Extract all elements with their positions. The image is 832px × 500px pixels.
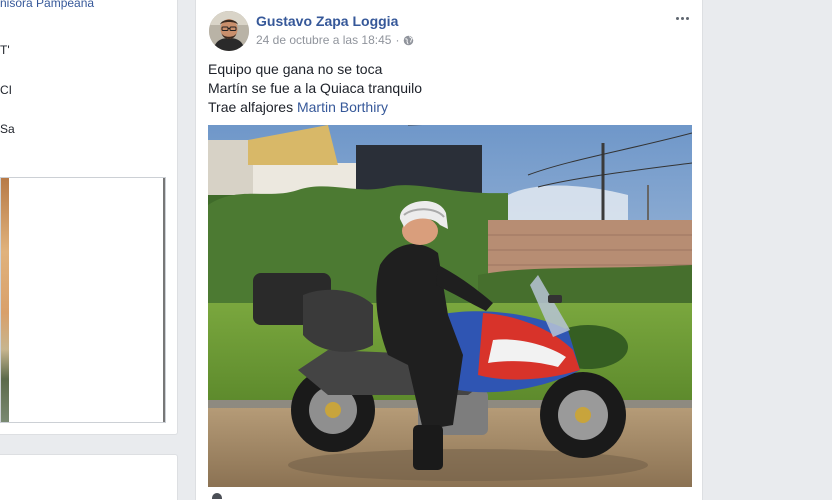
post-text-line: Martín se fue a la Quiaca tranquilo [208,80,423,96]
post-author-link[interactable]: Gustavo Zapa Loggia [256,13,398,29]
sidebar-photo-thumbnail[interactable] [0,177,166,423]
motorcycle-photo [208,125,692,487]
post-message: Equipo que gana no se toca Martín se fue… [208,60,422,117]
post-text-line: Equipo que gana no se toca [208,61,383,77]
post-timestamp-link[interactable]: 24 de octubre a las 18:45 [256,33,391,47]
post-text-prefix: Trae alfajores [208,99,297,115]
feed-post: Gustavo Zapa Loggia 24 de octubre a las … [195,0,703,500]
post-meta: 24 de octubre a las 18:45 · [256,33,414,47]
photo-edge [1,178,9,422]
right-column [706,0,832,500]
more-options-icon [675,16,679,20]
sidebar-text-fragment: T' [0,43,10,57]
left-sidebar-card: nisora Pampeana T' CI Sa [0,0,178,435]
more-options-button[interactable] [672,8,692,28]
mention-link[interactable]: Martin Borthiry [297,99,388,115]
reaction-icon[interactable] [212,493,222,499]
left-sidebar-card-2 [0,454,178,500]
sidebar-text-fragment: CI [0,83,12,97]
post-photo[interactable] [208,125,692,487]
page-name-link[interactable]: nisora Pampeana [0,0,94,10]
more-options-dot [680,16,684,20]
more-options-dot [685,16,689,20]
meta-separator: · [395,33,400,47]
avatar-photo [209,11,249,51]
photo-border [163,178,165,422]
globe-icon[interactable] [403,35,414,46]
avatar[interactable] [209,11,249,51]
post-text-line: Trae alfajores Martin Borthiry [208,98,422,117]
sidebar-text-fragment: Sa [0,122,15,136]
